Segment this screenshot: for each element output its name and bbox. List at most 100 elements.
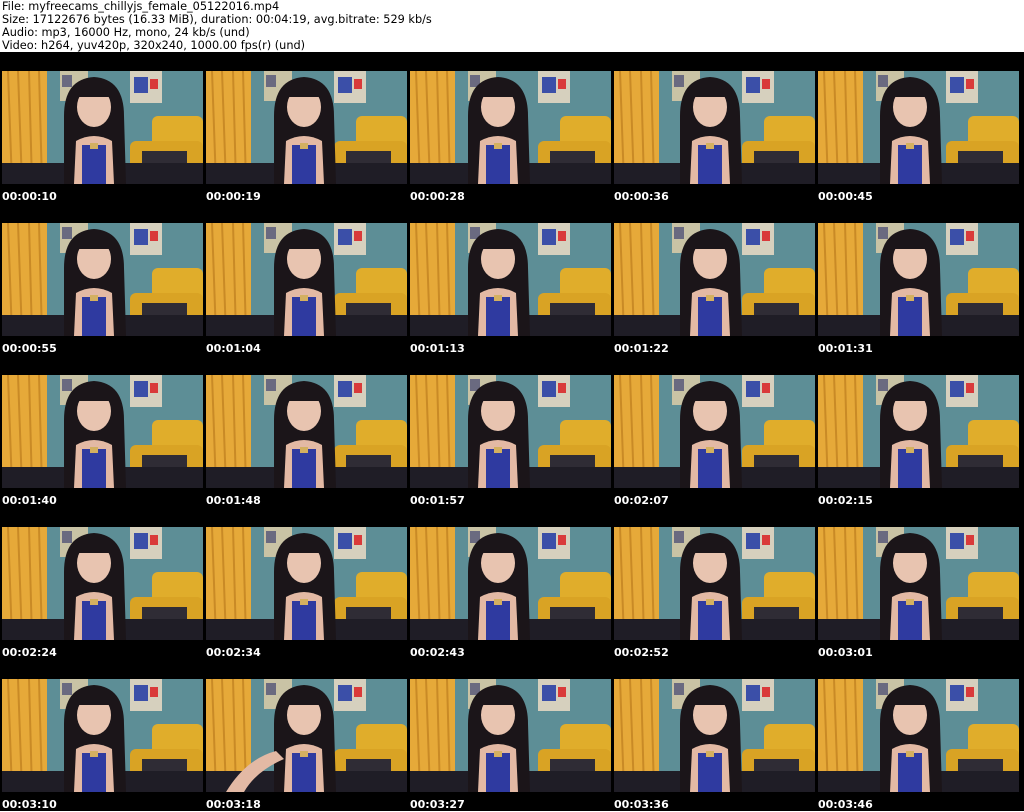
size-line: Size: 17122676 bytes (16.33 MiB), durati… [2,13,432,26]
video-frame-image [614,527,815,640]
video-frame-image [614,375,815,488]
thumbnail-frame [410,71,611,184]
thumbnail-frame [2,71,203,184]
video-frame-image [818,375,1019,488]
timestamp-label: 00:02:34 [206,646,261,659]
video-frame-image [206,71,407,184]
timestamp-label: 00:02:43 [410,646,465,659]
thumbnail-cell: 00:00:19 [204,52,408,204]
thumbnail-frame [614,679,815,792]
video-line: Video: h264, yuv420p, 320x240, 1000.00 f… [2,39,306,52]
video-frame-image [206,223,407,336]
timestamp-label: 00:01:57 [410,494,465,507]
thumbnail-cell: 00:02:24 [0,508,204,660]
thumbnail-cell: 00:02:07 [612,356,816,508]
thumbnail-frame [206,679,407,792]
thumbnail-frame [410,527,611,640]
timestamp-label: 00:00:45 [818,190,873,203]
video-frame-image [2,679,203,792]
video-frame-image [614,223,815,336]
timestamp-label: 00:01:31 [818,342,873,355]
thumbnail-cell: 00:00:28 [408,52,612,204]
thumbnail-frame [614,223,815,336]
thumbnail-frame [2,375,203,488]
video-frame-image [2,71,203,184]
audio-line: Audio: mp3, 16000 Hz, mono, 24 kb/s (und… [2,26,250,39]
video-frame-image [614,71,815,184]
video-frame-image [2,527,203,640]
thumbnail-cell: 00:02:15 [816,356,1020,508]
video-frame-image [410,375,611,488]
video-frame-image [818,679,1019,792]
video-frame-image [818,527,1019,640]
thumbnail-cell: 00:02:52 [612,508,816,660]
thumbnail-cell: 00:02:43 [408,508,612,660]
thumbnail-frame [614,527,815,640]
thumbnail-cell: 00:00:36 [612,52,816,204]
timestamp-label: 00:00:36 [614,190,669,203]
thumbnail-cell: 00:01:48 [204,356,408,508]
thumbnail-frame [206,527,407,640]
timestamp-label: 00:02:52 [614,646,669,659]
video-frame-image [206,679,407,792]
video-frame-image [206,527,407,640]
video-frame-image [410,223,611,336]
thumbnail-frame [614,71,815,184]
video-frame-image [410,679,611,792]
thumbnail-cell: 00:01:31 [816,204,1020,356]
timestamp-label: 00:00:28 [410,190,465,203]
timestamp-label: 00:01:40 [2,494,57,507]
thumbnail-frame [818,71,1019,184]
thumbnail-cell: 00:03:01 [816,508,1020,660]
thumbnail-cell: 00:01:22 [612,204,816,356]
timestamp-label: 00:03:46 [818,798,873,811]
thumbnail-frame [2,223,203,336]
thumbnail-cell: 00:01:40 [0,356,204,508]
thumbnail-frame [206,71,407,184]
timestamp-label: 00:00:10 [2,190,57,203]
thumbnail-frame [818,375,1019,488]
video-frame-image [410,527,611,640]
thumbnail-frame [818,679,1019,792]
timestamp-label: 00:01:22 [614,342,669,355]
file-name-line: File: myfreecams_chillyjs_female_0512201… [2,0,280,13]
timestamp-label: 00:01:13 [410,342,465,355]
thumbnail-frame [410,679,611,792]
thumbnail-cell: 00:03:46 [816,660,1020,812]
video-frame-image [410,71,611,184]
thumbnail-cell: 00:03:36 [612,660,816,812]
thumbnail-cell: 00:03:18 [204,660,408,812]
timestamp-label: 00:02:24 [2,646,57,659]
thumbnail-frame [2,527,203,640]
thumbnail-cell: 00:01:13 [408,204,612,356]
timestamp-label: 00:03:27 [410,798,465,811]
timestamp-label: 00:00:55 [2,342,57,355]
timestamp-label: 00:03:10 [2,798,57,811]
timestamp-label: 00:02:15 [818,494,873,507]
thumbnail-grid: 00:00:10 00:00:19 00:00:28 00:00:36 00:0… [0,52,1024,811]
thumbnail-frame [818,527,1019,640]
thumbnail-frame [410,223,611,336]
video-frame-image [818,223,1019,336]
thumbnail-cell: 00:00:55 [0,204,204,356]
file-info-header: File: myfreecams_chillyjs_female_0512201… [0,0,1024,52]
thumbnail-cell: 00:01:04 [204,204,408,356]
thumbnail-frame [614,375,815,488]
timestamp-label: 00:02:07 [614,494,669,507]
video-frame-image [2,375,203,488]
thumbnail-frame [2,679,203,792]
video-frame-image [206,375,407,488]
timestamp-label: 00:01:48 [206,494,261,507]
video-frame-image [2,223,203,336]
thumbnail-cell: 00:00:45 [816,52,1020,204]
thumbnail-frame [818,223,1019,336]
thumbnail-cell: 00:02:34 [204,508,408,660]
thumbnail-cell: 00:03:10 [0,660,204,812]
timestamp-label: 00:03:01 [818,646,873,659]
video-frame-image [614,679,815,792]
timestamp-label: 00:03:36 [614,798,669,811]
timestamp-label: 00:03:18 [206,798,261,811]
thumbnail-cell: 00:00:10 [0,52,204,204]
timestamp-label: 00:01:04 [206,342,261,355]
thumbnail-frame [206,223,407,336]
